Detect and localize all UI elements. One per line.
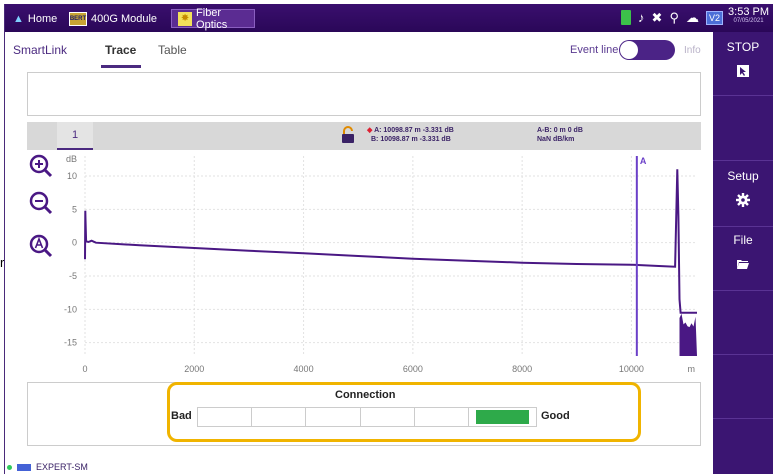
fiber-optics-icon: ✸: [178, 11, 193, 26]
y-tick-label: 0: [72, 238, 77, 248]
battery-icon: [621, 10, 632, 25]
connection-bad-label: Bad: [171, 410, 192, 422]
search-icon[interactable]: ⚲: [669, 10, 679, 25]
v2-icon[interactable]: V2: [705, 10, 723, 25]
unlock-icon[interactable]: [341, 126, 355, 144]
cursor-a-readout: ◆ A: 10098.87 m -3.331 dB: [367, 126, 454, 135]
y-tick-label: -15: [64, 338, 77, 348]
x-tick-label: 4000: [294, 364, 314, 374]
module-tab[interactable]: BERT 400G Module: [63, 9, 163, 28]
cursor-a-label: A: [640, 156, 647, 166]
setup-button[interactable]: Setup: [713, 161, 773, 227]
y-tick-label: 5: [72, 204, 77, 214]
cursor-icon: [737, 65, 749, 77]
device-frame: ▲ Home BERT 400G Module ✸ Fiber Optics ♪…: [4, 4, 773, 474]
x-axis-label: m: [688, 364, 696, 374]
file-label: File: [733, 233, 753, 247]
active-tab-underline: [101, 65, 141, 68]
event-info-box: [27, 72, 701, 116]
folder-icon: [737, 260, 749, 269]
connection-segment: [306, 408, 361, 426]
trace-number-tab[interactable]: 1: [57, 122, 93, 150]
fiber-optics-tab[interactable]: ✸ Fiber Optics: [171, 6, 255, 31]
connection-segment: [198, 408, 253, 426]
connection-title: Connection: [335, 389, 396, 401]
toggle-knob: [620, 41, 638, 59]
ab-attenuation-readout: NaN dB/km: [537, 136, 575, 143]
event-line-label: Event line: [570, 44, 619, 56]
zoom-in-icon[interactable]: [29, 154, 53, 178]
view-tabs: SmartLink Trace Table Event line Info: [5, 32, 709, 68]
empty-soft-key[interactable]: [713, 355, 773, 419]
x-tick-label: 0: [82, 364, 87, 374]
file-button[interactable]: File: [713, 227, 773, 291]
module-status-icon: [16, 462, 32, 472]
y-tick-label: -10: [64, 304, 77, 314]
setup-label: Setup: [727, 169, 759, 183]
home-icon: ▲: [13, 12, 24, 25]
status-icons: ♪ ✖ ⚲ ☁ V2: [621, 10, 723, 25]
home-label: Home: [27, 12, 58, 25]
expert-mode-label: EXPERT-SM: [36, 462, 88, 472]
module-label: 400G Module: [91, 12, 158, 25]
stop-button[interactable]: STOP: [713, 32, 773, 96]
fiber-optics-label: Fiber Optics: [196, 6, 228, 31]
bottom-status: EXPERT-SM: [5, 460, 125, 474]
gear-icon: [736, 193, 750, 207]
otdr-trace-chart[interactable]: 0 2000 4000 6000 8000 10000 10 5 0 -5 -10 -15 dB m A: [27, 150, 701, 378]
tab-smartlink[interactable]: SmartLink: [13, 43, 67, 57]
tab-table[interactable]: Table: [158, 43, 187, 57]
speaker-icon[interactable]: ♪: [638, 10, 645, 25]
connection-segment: [360, 408, 415, 426]
cloud-icon[interactable]: ☁: [686, 10, 699, 25]
info-label: Info: [684, 45, 701, 56]
cursor-a-value: A: 10098.87 m -3.331 dB: [374, 127, 454, 134]
x-tick-label: 2000: [184, 364, 204, 374]
module-badge: BERT: [69, 15, 87, 22]
y-tick-label: -5: [69, 271, 77, 281]
x-tick-label: 10000: [619, 364, 644, 374]
zoom-out-icon[interactable]: [29, 191, 53, 215]
screen: r ▲ Home BERT 400G Module ✸ Fiber Optics…: [0, 0, 774, 474]
cursor-header: 1 ◆ A: 10098.87 m -3.331 dB B: 10098.87 …: [27, 122, 701, 150]
y-tick-label: 10: [67, 171, 77, 181]
stop-label: STOP: [726, 40, 760, 54]
cursor-b-readout: B: 10098.87 m -3.331 dB: [371, 136, 451, 143]
ab-distance-readout: A-B: 0 m 0 dB: [537, 127, 583, 134]
connection-good-label: Good: [541, 410, 570, 422]
clock-date: 07/05/2021: [733, 18, 764, 24]
connection-quality-meter: [197, 407, 537, 427]
tab-trace[interactable]: Trace: [105, 43, 136, 57]
connection-segment: [252, 408, 307, 426]
empty-soft-key[interactable]: [713, 291, 773, 355]
top-status-bar: ▲ Home BERT 400G Module ✸ Fiber Optics ♪…: [5, 4, 773, 32]
module-icon: BERT: [69, 11, 87, 26]
x-tick-label: 8000: [512, 364, 532, 374]
connection-segment: [475, 410, 530, 424]
clock: 3:53 PM 07/05/2021: [728, 6, 769, 24]
command-bar: STOP Setup File: [713, 32, 773, 474]
status-dot-icon: [7, 464, 12, 470]
connection-segment: [414, 408, 469, 426]
zoom-auto-icon[interactable]: [29, 234, 53, 258]
event-line-toggle[interactable]: [619, 40, 675, 60]
empty-soft-key[interactable]: [713, 96, 773, 161]
clock-time: 3:53 PM: [728, 6, 769, 18]
x-tick-label: 6000: [403, 364, 423, 374]
y-axis-label: dB: [66, 154, 77, 164]
home-tab[interactable]: ▲ Home: [7, 9, 63, 28]
tools-icon[interactable]: ✖: [652, 10, 663, 25]
